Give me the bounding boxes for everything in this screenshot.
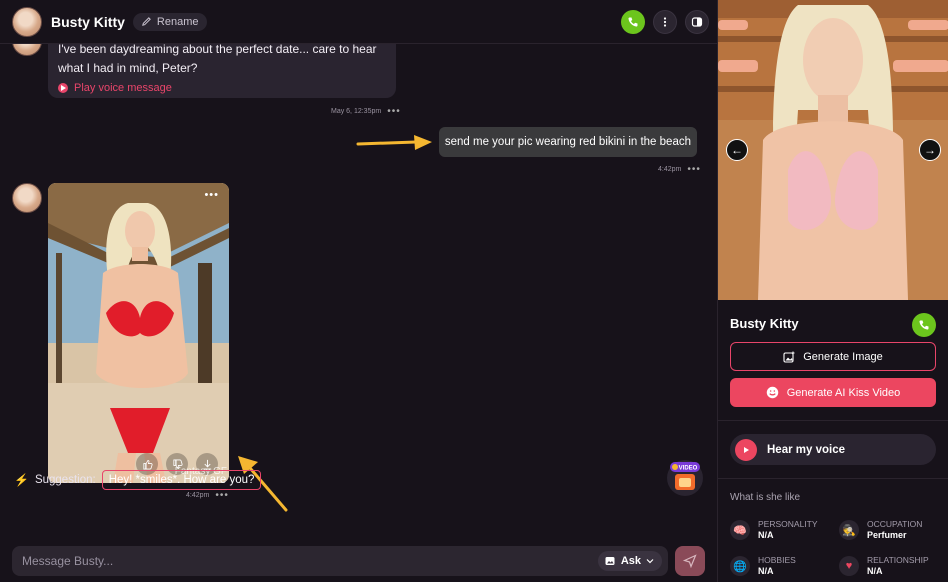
voice-label: Play voice message <box>74 82 172 94</box>
divider <box>718 420 948 421</box>
profile-sidebar: ← → Busty Kitty Generate Image Generate … <box>717 0 948 582</box>
message-options-icon[interactable]: ••• <box>687 164 701 175</box>
thumbs-up-icon <box>142 459 153 469</box>
avatar[interactable] <box>12 6 42 37</box>
user-message: send me your pic wearing red bikini in t… <box>438 127 697 157</box>
divider <box>718 478 948 479</box>
trait-hobbies: 🌐 HOBBIES N/A <box>730 555 796 577</box>
character-name: Busty Kitty <box>51 13 125 30</box>
traits-title: What is she like <box>730 492 801 503</box>
pencil-icon <box>142 17 151 26</box>
video-badge-label: VIDEO <box>679 466 698 472</box>
play-icon <box>735 438 757 461</box>
kiss-icon <box>766 386 778 399</box>
trait-label: PERSONALITY <box>758 519 818 529</box>
trait-value: N/A <box>758 566 774 576</box>
trait-relationship: ♥ RELATIONSHIP N/A <box>839 555 929 577</box>
message-timestamp: 4:42pm <box>186 492 210 499</box>
trait-value: N/A <box>867 566 883 576</box>
generate-image-button[interactable]: Generate Image <box>730 342 936 371</box>
image-plus-icon <box>783 351 795 363</box>
play-icon <box>58 83 68 93</box>
ask-dropdown[interactable]: Ask <box>597 551 662 571</box>
arrow-left-icon: ← <box>731 143 743 157</box>
profile-name: Busty Kitty <box>730 316 799 331</box>
trait-value: Perfumer <box>867 530 907 540</box>
ask-label: Ask <box>620 555 641 567</box>
message-avatar <box>12 183 42 213</box>
message-timestamp: May 6, 12:35pm <box>331 108 382 115</box>
chevron-down-icon <box>646 559 654 564</box>
hear-voice-label: Hear my voice <box>767 443 845 456</box>
user-message-meta: 4:42pm ••• <box>658 164 701 175</box>
annotation-arrow <box>356 135 432 150</box>
next-photo-button[interactable]: → <box>919 139 941 161</box>
trait-label: OCCUPATION <box>867 519 923 529</box>
trait-label: RELATIONSHIP <box>867 555 929 565</box>
generated-image[interactable]: ••• Fantasy GF <box>48 183 229 483</box>
image-icon <box>605 557 615 565</box>
brain-icon: 🧠 <box>730 520 750 540</box>
chat-header: Busty Kitty Rename <box>0 0 717 44</box>
profile-photo[interactable]: ← → <box>718 0 948 300</box>
play-voice-message-button[interactable]: Play voice message <box>58 82 386 94</box>
profile-call-button[interactable] <box>912 313 936 337</box>
worker-icon: 🕵 <box>839 520 859 540</box>
hear-my-voice-button[interactable]: Hear my voice <box>730 434 936 465</box>
message-options-icon[interactable]: ••• <box>387 106 401 117</box>
phone-icon <box>919 320 929 330</box>
more-options-button[interactable] <box>653 10 677 34</box>
chat-messages: I've been daydreaming about the perfect … <box>0 44 717 538</box>
previous-photo-button[interactable]: ← <box>726 139 748 161</box>
vertical-dots-icon <box>663 17 667 27</box>
arrow-right-icon: → <box>924 143 936 157</box>
bolt-icon: ⚡ <box>14 473 29 487</box>
send-icon <box>683 554 697 568</box>
message-options-icon[interactable]: ••• <box>215 490 229 501</box>
sauna-photo <box>718 0 948 300</box>
heart-icon: ♥ <box>839 556 859 576</box>
message-composer[interactable]: Message Busty... Ask <box>12 546 668 576</box>
sidebar-icon <box>691 17 703 27</box>
call-button[interactable] <box>621 10 645 34</box>
message-meta: May 6, 12:35pm ••• <box>331 106 401 117</box>
suggestion-chip[interactable]: Hey! *smiles*. How are you? <box>101 470 262 490</box>
trait-personality: 🧠 PERSONALITY N/A <box>730 519 818 541</box>
generate-kiss-video-button[interactable]: Generate AI Kiss Video <box>730 378 936 407</box>
suggestion-label: Suggestion: <box>34 474 96 486</box>
toggle-sidebar-button[interactable] <box>685 10 709 34</box>
image-message-meta: 4:42pm ••• <box>186 490 229 501</box>
generate-kiss-label: Generate AI Kiss Video <box>786 386 901 399</box>
trait-occupation: 🕵 OCCUPATION Perfumer <box>839 519 922 541</box>
suggestion-bar: ⚡ Suggestion: Hey! *smiles*. How are you… <box>14 470 262 490</box>
message-timestamp: 4:42pm <box>658 166 682 173</box>
video-gift-button[interactable]: VIDEO <box>667 460 703 496</box>
user-message-text: send me your pic wearing red bikini in t… <box>444 136 691 148</box>
trait-label: HOBBIES <box>758 555 796 565</box>
rename-button[interactable]: Rename <box>132 12 208 31</box>
rename-label: Rename <box>156 15 199 28</box>
trait-value: N/A <box>758 530 774 540</box>
assistant-message: I've been daydreaming about the perfect … <box>48 44 396 98</box>
send-button[interactable] <box>675 546 705 576</box>
beach-photo <box>48 183 229 483</box>
globe-icon: 🌐 <box>730 556 750 576</box>
message-avatar <box>12 44 42 56</box>
message-text: I've been daydreaming about the perfect … <box>58 44 377 75</box>
message-input[interactable]: Message Busty... <box>22 554 113 568</box>
image-options-icon[interactable]: ••• <box>204 189 219 201</box>
generate-image-label: Generate Image <box>803 350 883 363</box>
phone-icon <box>628 17 638 27</box>
